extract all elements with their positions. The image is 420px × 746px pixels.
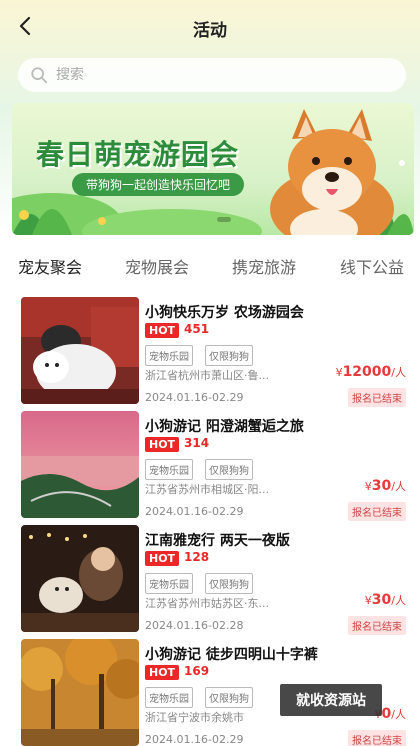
activity-location: 江苏省苏州市姑苏区·东... [145,597,269,610]
price-value: 0 [381,706,392,722]
hot-count: 314 [184,436,210,450]
price-symbol: ¥ [364,480,372,493]
activity-card[interactable]: 小狗游记 阳澄湖蟹逅之旅 HOT 314 宠物乐园 仅限狗狗 江苏省苏州市相城区… [14,404,414,521]
activity-tag: 仅限狗狗 [205,459,253,480]
activity-thumbnail [21,297,139,404]
price-unit: /人 [391,708,406,721]
price-unit: /人 [391,594,406,607]
activity-price: ¥30/人 [365,592,406,608]
activity-title: 小狗游记 徒步四明山十字裤 [145,647,318,663]
banner-pagination-indicator [217,217,231,222]
hot-badge: HOT [145,665,180,680]
page-title: 活动 [193,21,227,41]
price-unit: /人 [391,480,406,493]
tab-pet-friends-party[interactable]: 宠友聚会 [18,254,82,278]
price-symbol: ¥ [335,366,343,379]
activity-card[interactable]: 小狗快乐万岁 农场游园会 HOT 451 宠物乐园 仅限狗狗 浙江省杭州市萧山区… [14,290,414,407]
activity-thumbnail [21,525,139,632]
activity-tag: 宠物乐园 [145,345,193,366]
watermark-overlay: 就收资源站 [280,684,382,716]
activity-location: 浙江省杭州市萧山区·鲁... [145,369,269,382]
hot-count: 451 [184,322,210,336]
category-tabs: 宠友聚会 宠物展会 携宠旅游 线下公益 [0,246,420,280]
activity-title: 小狗快乐万岁 农场游园会 [145,305,304,321]
activity-card[interactable]: 江南雅宠行 两天一夜版 HOT 128 宠物乐园 仅限狗狗 江苏省苏州市姑苏区·… [14,518,414,635]
activity-tag: 仅限狗狗 [205,573,253,594]
banner-subtitle: 带狗狗一起创造快乐回忆吧 [72,173,245,196]
price-unit: /人 [391,366,406,379]
activity-date: 2024.01.16-02.29 [145,391,244,404]
activity-tag: 宠物乐园 [145,687,193,708]
hot-count: 169 [184,664,210,678]
tab-offline-charity[interactable]: 线下公益 [340,254,404,278]
activity-price: ¥12000/人 [336,364,406,380]
activity-tag: 宠物乐园 [145,459,193,480]
activity-title: 江南雅宠行 两天一夜版 [145,533,290,549]
banner-title: 春日萌宠游园会 [36,138,240,171]
hot-badge: HOT [145,551,180,566]
activity-thumbnail [21,639,139,746]
search-input[interactable] [56,67,376,83]
activity-thumbnail [21,411,139,518]
activity-date: 2024.01.16-02.29 [145,505,244,518]
tab-pet-exhibition[interactable]: 宠物展会 [125,254,189,278]
status-badge: 报名已结束 [348,730,406,746]
search-icon [31,67,48,84]
hot-badge: HOT [145,323,180,338]
activity-location: 江苏省苏州市相城区·阳... [145,483,269,496]
price-value: 12000 [342,364,392,380]
activity-date: 2024.01.16-02.29 [145,733,244,746]
header: 活动 [0,0,420,56]
activity-date: 2024.01.16-02.28 [145,619,244,632]
search-bar[interactable] [18,58,406,92]
price-value: 30 [371,478,392,494]
activity-price: ¥30/人 [365,478,406,494]
price-symbol: ¥ [364,594,372,607]
hot-badge: HOT [145,437,180,452]
promo-banner[interactable]: 春日萌宠游园会 带狗狗一起创造快乐回忆吧 [12,103,414,235]
activity-title: 小狗游记 阳澄湖蟹逅之旅 [145,419,304,435]
activity-tag: 仅限狗狗 [205,687,253,708]
price-value: 30 [371,592,392,608]
activity-tag: 宠物乐园 [145,573,193,594]
activity-tag: 仅限狗狗 [205,345,253,366]
hot-count: 128 [184,550,210,564]
tab-pet-travel[interactable]: 携宠旅游 [232,254,296,278]
